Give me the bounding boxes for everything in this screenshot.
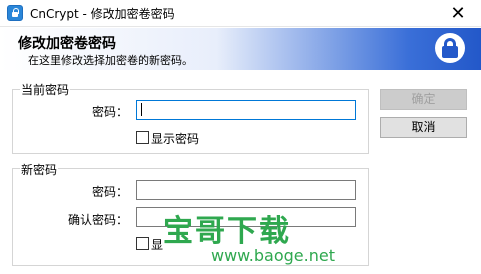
cancel-button[interactable]: 取消 — [380, 117, 467, 138]
watermark-title: 宝哥下载 — [163, 214, 291, 249]
show-current-password-checkbox[interactable] — [136, 131, 149, 144]
close-icon[interactable]: ✕ — [435, 0, 481, 27]
text-caret — [141, 103, 142, 116]
confirm-password-label: 确认密码： — [68, 213, 129, 227]
lock-icon — [435, 33, 465, 63]
app-lock-icon — [7, 5, 23, 21]
header-title: 修改加密卷密码 — [18, 36, 116, 52]
header-subtitle: 在这里修改选择加密卷的新密码。 — [28, 54, 193, 67]
window-title: CnCrypt - 修改加密卷密码 — [30, 7, 175, 21]
current-password-label: 密码： — [92, 105, 129, 119]
new-password-label: 密码： — [92, 185, 129, 199]
current-password-input[interactable] — [136, 100, 356, 120]
watermark-url: www.baoge.net — [211, 246, 335, 265]
watermark: 宝哥下载 www.baoge.net — [163, 206, 335, 270]
show-current-password-label[interactable]: 显示密码 — [151, 130, 199, 147]
new-password-input[interactable] — [136, 180, 356, 200]
show-new-password-checkbox[interactable] — [136, 237, 149, 250]
new-password-group-label: 新密码 — [20, 161, 59, 178]
ok-button[interactable]: 确定 — [380, 89, 467, 110]
title-bar: CnCrypt - 修改加密卷密码 ✕ — [0, 0, 481, 27]
dialog-header: 修改加密卷密码 在这里修改选择加密卷的新密码。 — [0, 28, 481, 70]
current-password-group-label: 当前密码 — [20, 81, 71, 98]
show-new-password-label[interactable]: 显 — [151, 236, 163, 253]
